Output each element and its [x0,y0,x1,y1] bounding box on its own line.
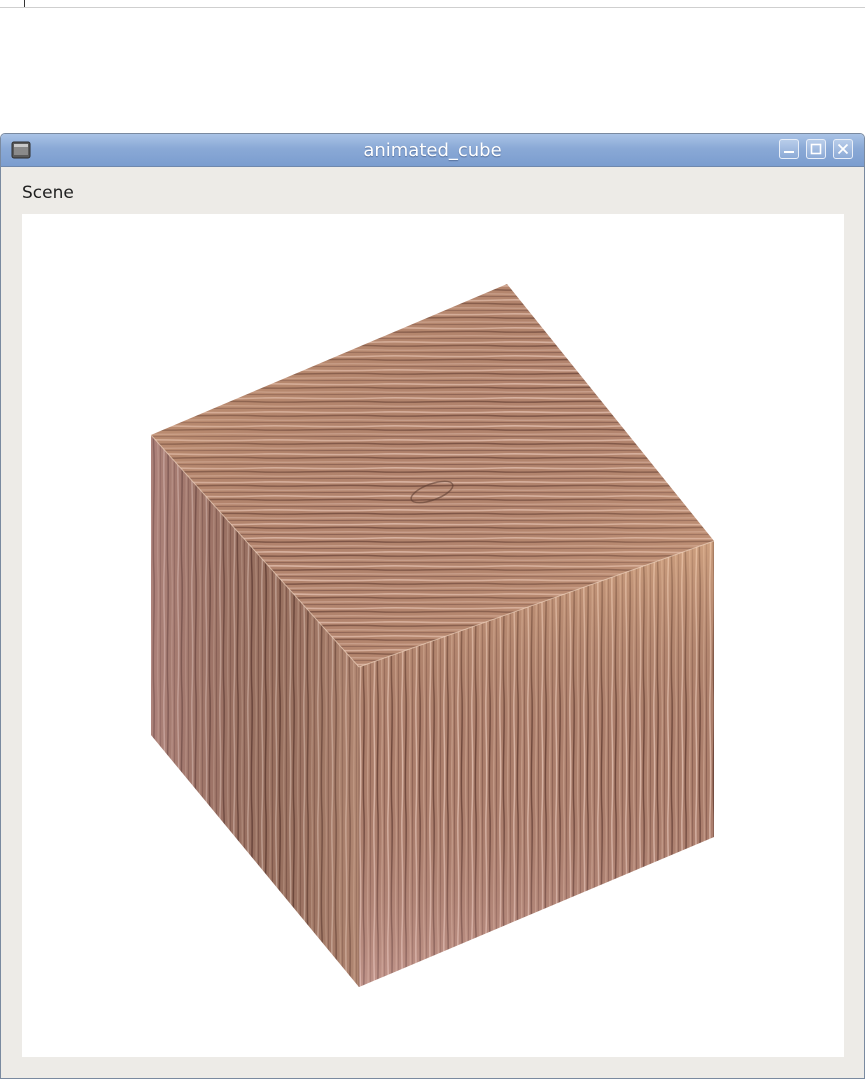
divider-tick [24,0,25,7]
textured-cube [150,284,715,987]
maximize-button[interactable] [806,139,826,159]
menu-bar: Scene [1,167,864,213]
title-bar[interactable]: animated_cube [1,134,864,167]
maximize-icon [810,143,822,155]
app-window: animated_cube Scene [0,133,865,1079]
minimize-icon [784,151,794,153]
menu-scene[interactable]: Scene [22,183,74,203]
previous-window-edge [0,0,865,8]
gl-viewport[interactable] [22,214,844,1057]
window-title: animated_cube [363,140,502,161]
close-button[interactable] [833,139,853,159]
minimize-button[interactable] [779,139,799,159]
close-icon [837,143,849,155]
